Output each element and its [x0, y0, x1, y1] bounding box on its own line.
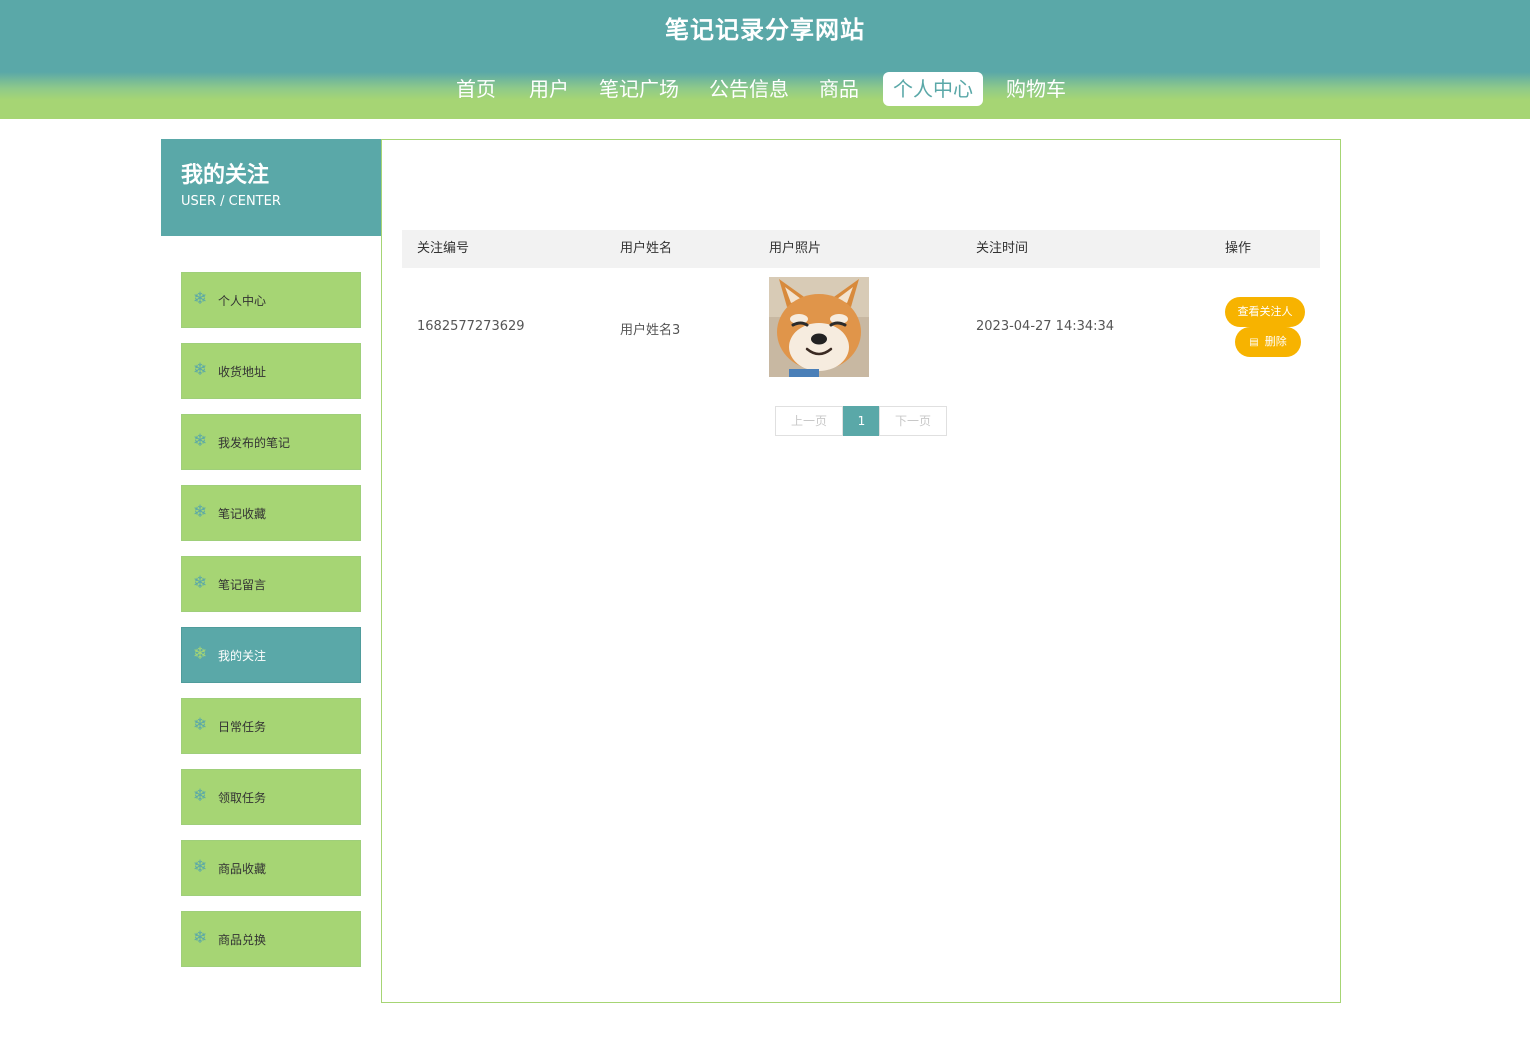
column-header-user-name: 用户姓名 [620, 241, 673, 256]
main-nav: 首页 用户 笔记广场 公告信息 商品 个人中心 购物车 [0, 72, 1530, 106]
main-panel: 关注编号 用户姓名 用户照片 关注时间 操作 1682577273629 用户姓… [381, 139, 1341, 1003]
sidebar-item-address[interactable]: ❄ 收货地址 [181, 343, 361, 399]
column-header-follow-time: 关注时间 [976, 241, 1029, 256]
sidebar-item-my-notes[interactable]: ❄ 我发布的笔记 [181, 414, 361, 470]
sidebar-item-daily-tasks[interactable]: ❄ 日常任务 [181, 698, 361, 754]
delete-button-label: 删除 [1264, 335, 1287, 348]
nav-announcements[interactable]: 公告信息 [702, 72, 796, 106]
snowflake-icon: ❄ [193, 360, 208, 380]
snowflake-icon: ❄ [193, 502, 208, 522]
sidebar-item-note-favorites[interactable]: ❄ 笔记收藏 [181, 485, 361, 541]
sidebar-title: 我的关注 [181, 163, 270, 188]
sidebar-item-label: 商品收藏 [218, 862, 267, 876]
snowflake-icon: ❄ [193, 857, 208, 877]
table-header: 关注编号 用户姓名 用户照片 关注时间 操作 [402, 230, 1320, 268]
view-followed-user-button[interactable]: 查看关注人 [1225, 297, 1305, 327]
sidebar-item-label: 我的关注 [218, 649, 267, 663]
snowflake-icon: ❄ [193, 644, 208, 664]
sidebar-item-my-follows[interactable]: ❄ 我的关注 [181, 627, 361, 683]
nav-users[interactable]: 用户 [519, 72, 579, 106]
sidebar-subtitle: USER / CENTER [181, 194, 281, 209]
view-button-label: 查看关注人 [1237, 305, 1293, 318]
follow-id: 1682577273629 [417, 319, 525, 334]
snowflake-icon: ❄ [193, 289, 208, 309]
site-title: 笔记记录分享网站 [665, 16, 865, 44]
sidebar-item-label: 个人中心 [218, 294, 267, 308]
user-photo [769, 277, 869, 377]
snowflake-icon: ❄ [193, 786, 208, 806]
column-header-follow-id: 关注编号 [417, 241, 470, 256]
sidebar-item-product-exchange[interactable]: ❄ 商品兑换 [181, 911, 361, 967]
sidebar-item-label: 领取任务 [218, 791, 267, 805]
delete-button[interactable]: ▤ 删除 [1235, 327, 1301, 357]
nav-note-square[interactable]: 笔记广场 [592, 72, 686, 106]
user-name: 用户姓名3 [620, 323, 681, 338]
sidebar-item-label: 商品兑换 [218, 933, 267, 947]
nav-home[interactable]: 首页 [446, 72, 506, 106]
sidebar-item-label: 日常任务 [218, 720, 267, 734]
nav-personal-center[interactable]: 个人中心 [883, 72, 983, 106]
sidebar-item-label: 收货地址 [218, 365, 267, 379]
snowflake-icon: ❄ [193, 928, 208, 948]
sidebar-item-label: 我发布的笔记 [218, 436, 291, 450]
snowflake-icon: ❄ [193, 431, 208, 451]
sidebar-item-label: 笔记收藏 [218, 507, 267, 521]
pagination-next[interactable]: 下一页 [879, 406, 947, 436]
sidebar-item-product-favorites[interactable]: ❄ 商品收藏 [181, 840, 361, 896]
trash-icon: ▤ [1249, 337, 1259, 348]
sidebar-item-note-comments[interactable]: ❄ 笔记留言 [181, 556, 361, 612]
shiba-dog-illustration [769, 277, 869, 377]
snowflake-icon: ❄ [193, 715, 208, 735]
snowflake-icon: ❄ [193, 573, 208, 593]
site-header: 笔记记录分享网站 首页 用户 笔记广场 公告信息 商品 个人中心 购物车 [0, 0, 1530, 119]
sidebar-item-claim-tasks[interactable]: ❄ 领取任务 [181, 769, 361, 825]
pagination-prev[interactable]: 上一页 [775, 406, 843, 436]
sidebar-item-personal-center[interactable]: ❄ 个人中心 [181, 272, 361, 328]
nav-cart[interactable]: 购物车 [998, 72, 1074, 106]
follow-time: 2023-04-27 14:34:34 [976, 319, 1115, 334]
sidebar-item-label: 笔记留言 [218, 578, 267, 592]
pagination-page-1[interactable]: 1 [843, 406, 880, 436]
column-header-actions: 操作 [1225, 241, 1252, 256]
sidebar-header: 我的关注 USER / CENTER [161, 139, 381, 236]
nav-products[interactable]: 商品 [809, 72, 869, 106]
column-header-user-photo: 用户照片 [769, 241, 822, 256]
